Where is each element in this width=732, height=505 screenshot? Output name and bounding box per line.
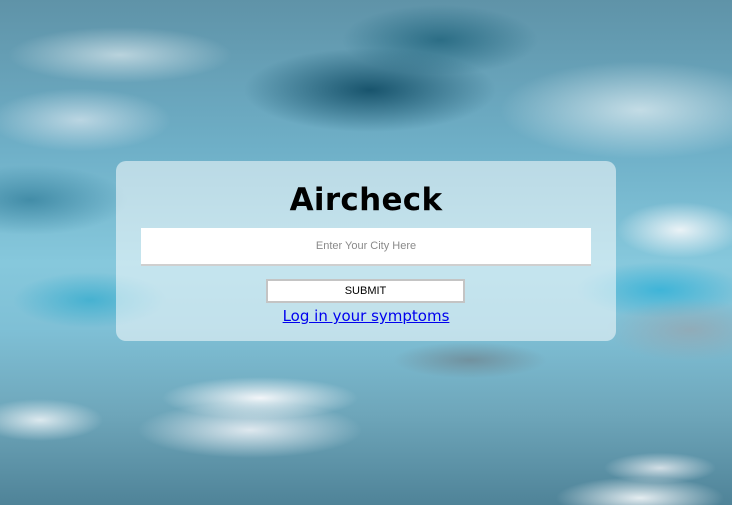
log-symptoms-link[interactable]: Log in your symptoms — [0, 305, 732, 327]
app-title: Aircheck — [289, 182, 443, 218]
submit-button[interactable]: SUBMIT — [266, 279, 465, 303]
city-search-input[interactable] — [141, 228, 591, 266]
